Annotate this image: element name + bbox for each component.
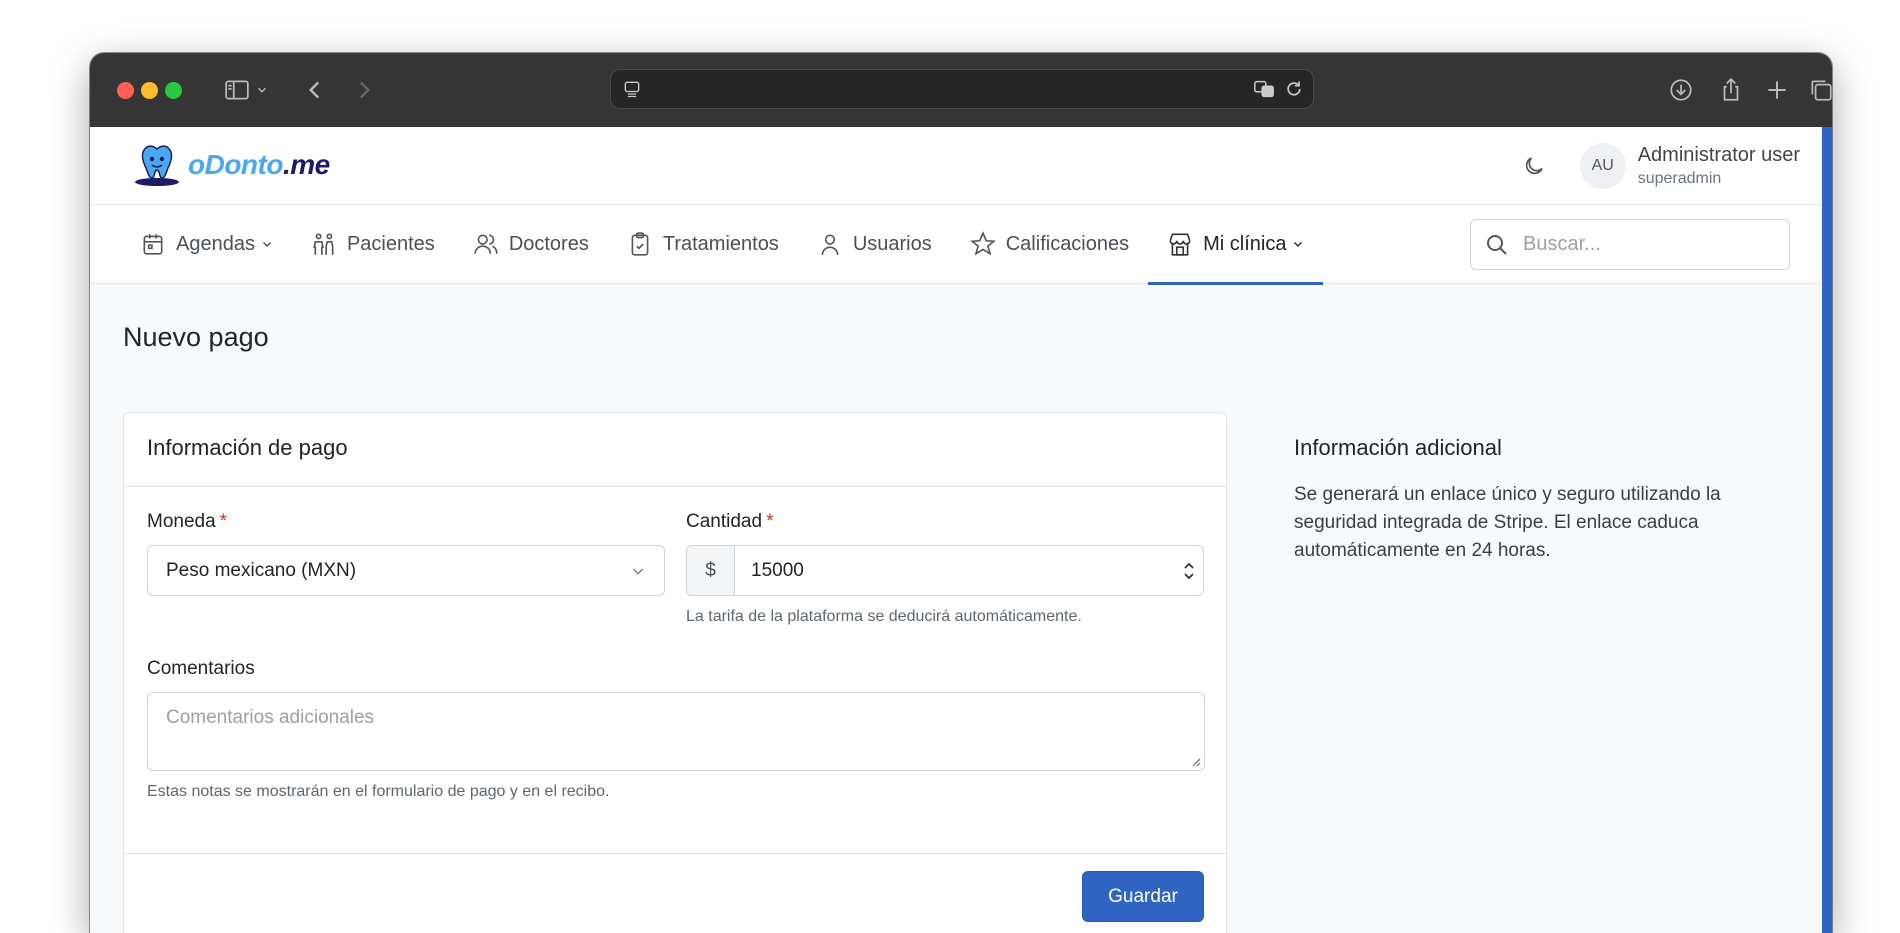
address-bar[interactable] (610, 69, 1314, 109)
nav-item-usuarios[interactable]: Usuarios (798, 205, 951, 284)
nav-label: Usuarios (852, 232, 932, 255)
amount-help-text: La tarifa de la plataforma se deducirá a… (686, 608, 1082, 625)
browser-window: oDonto.me AU Administrator user superadm… (90, 53, 1832, 933)
nav-item-pacientes[interactable]: Pacientes (292, 205, 454, 284)
nav-label: Calificaciones (1005, 232, 1130, 255)
avatar[interactable]: AU (1579, 143, 1626, 189)
amount-input-group: $ 15000 (686, 545, 1204, 596)
user-icon (821, 234, 839, 255)
browser-toolbar (90, 53, 1832, 127)
nav-label: Pacientes (346, 232, 435, 255)
window-edge (1822, 127, 1832, 933)
moon-icon (1525, 157, 1543, 175)
page-title: Nuevo pago (123, 322, 269, 352)
logo[interactable]: oDonto.me (132, 142, 330, 188)
close-window-button[interactable] (117, 82, 134, 99)
nav-item-tratamientos[interactable]: Tratamientos (608, 205, 798, 284)
chevron-down-icon (262, 241, 271, 248)
additional-info-text: Se generará un enlace único y seguro uti… (1294, 484, 1721, 561)
currency-prefix: $ (687, 546, 735, 595)
tooth-logo-icon (135, 145, 179, 186)
logo-text: oDonto.me (188, 149, 330, 180)
store-icon (1169, 233, 1191, 256)
nav-item-doctores[interactable]: Doctores (454, 205, 608, 284)
card-title: Información de pago (124, 413, 1226, 487)
comments-placeholder: Comentarios adicionales (166, 707, 375, 728)
resize-handle-icon[interactable] (1191, 757, 1201, 767)
user-name: Administrator user (1637, 144, 1800, 166)
chevron-down-icon (1294, 241, 1303, 248)
search-icon (1487, 234, 1507, 255)
app-content: oDonto.me AU Administrator user superadm… (90, 127, 1822, 933)
maximize-window-button[interactable] (165, 82, 182, 99)
save-button[interactable]: Guardar (1082, 871, 1204, 922)
nav-item-agendas[interactable]: Agendas (140, 205, 292, 284)
main-nav: Agendas Pacientes Doctores Tratamientos … (90, 205, 1822, 285)
search-box[interactable] (1470, 219, 1790, 270)
share-icon[interactable] (1716, 75, 1746, 105)
reload-icon[interactable] (1279, 74, 1309, 104)
calendar-icon (143, 234, 163, 255)
users-icon (474, 234, 498, 254)
new-tab-icon[interactable] (1762, 75, 1792, 105)
app-header: oDonto.me AU Administrator user superadm… (90, 127, 1822, 205)
comments-field: Comentarios Comentarios adicionales Esta… (147, 658, 1205, 801)
download-icon[interactable] (1666, 75, 1696, 105)
currency-label: Moneda * (147, 511, 228, 532)
forward-arrow-icon[interactable] (349, 75, 379, 105)
translate-icon[interactable] (1249, 74, 1279, 104)
back-arrow-icon[interactable] (300, 75, 330, 105)
chevron-down-icon (632, 568, 644, 575)
user-menu[interactable]: AU Administrator user superadmin (1579, 143, 1800, 189)
sidebar-toggle-icon[interactable] (222, 75, 252, 105)
comments-label: Comentarios (147, 658, 255, 679)
dark-mode-toggle[interactable] (1522, 154, 1546, 183)
star-icon (969, 231, 996, 256)
clipboard-icon (631, 232, 649, 256)
reader-icon[interactable] (617, 74, 647, 104)
amount-input[interactable]: 15000 (735, 546, 1203, 595)
amount-value: 15000 (751, 559, 804, 581)
amount-field: Cantidad * $ 15000 La tarifa de la plataf… (686, 511, 1204, 626)
nav-label: Agendas (176, 232, 255, 255)
card-footer: Guardar (124, 853, 1226, 933)
search-input[interactable] (1523, 233, 1763, 256)
minimize-window-button[interactable] (141, 82, 158, 99)
nav-item-mi-clinica[interactable]: Mi clínica (1148, 205, 1324, 285)
nav-label: Mi clínica (1203, 232, 1287, 255)
payment-form-card: Información de pago Moneda * Peso mexican… (123, 412, 1227, 933)
user-role: superadmin (1637, 170, 1722, 187)
stepper-icon[interactable] (1183, 560, 1195, 582)
nav-item-calificaciones[interactable]: Calificaciones (951, 205, 1148, 284)
amount-label: Cantidad * (686, 511, 774, 532)
currency-select[interactable]: Peso mexicano (MXN) (147, 545, 665, 596)
additional-info-title: Información adicional (1294, 435, 1502, 460)
currency-value: Peso mexicano (MXN) (166, 559, 357, 581)
comments-help-text: Estas notas se mostrarán en el formulari… (147, 783, 610, 800)
people-icon (313, 233, 334, 255)
additional-info: Información adicional Se generará un enl… (1294, 435, 1774, 565)
nav-label: Doctores (508, 232, 589, 255)
currency-field: Moneda * Peso mexicano (MXN) (147, 511, 665, 596)
nav-label: Tratamientos (662, 232, 779, 255)
tab-overview-icon[interactable] (1806, 75, 1832, 105)
chevron-down-icon[interactable] (252, 75, 272, 105)
comments-textarea[interactable]: Comentarios adicionales (147, 692, 1205, 771)
